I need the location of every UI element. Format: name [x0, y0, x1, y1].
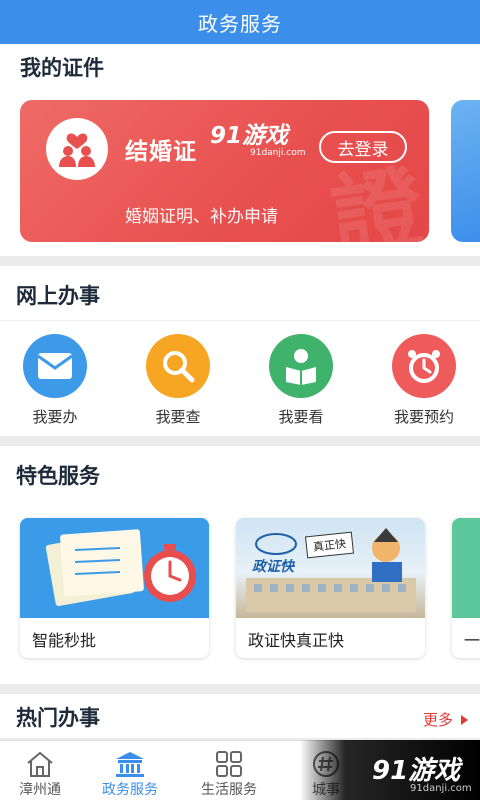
more-link[interactable]: 更多: [423, 709, 468, 730]
banner-brand-text: 政证快: [252, 559, 294, 575]
page-title: 政务服务: [198, 11, 282, 36]
feature-card-label: 一: [464, 631, 480, 650]
online-services-section: 网上办事 我要办 我要查 我要看 我要预约: [0, 266, 480, 436]
section-title: 热门办事: [16, 706, 100, 730]
tab-life-services[interactable]: 生活服务: [181, 749, 277, 799]
certificate-name: 结婚证: [125, 139, 197, 165]
action-label: 我要预约: [393, 408, 454, 426]
feature-card-instant-approval[interactable]: 智能秒批: [20, 518, 209, 658]
tab-zhangzhoutong[interactable]: 漳州通: [0, 749, 88, 799]
featured-services-section: 特色服务 智能秒批 政证快 真正快 政证快真正快 一: [0, 446, 480, 684]
feature-card-fast-license[interactable]: 政证快 真正快 政证快真正快: [236, 518, 425, 658]
brand-watermark-text: 91游戏: [210, 123, 289, 149]
tab-label: 漳州通: [19, 782, 61, 798]
action-apply[interactable]: 我要办: [0, 334, 110, 427]
corner-watermark-url: 91danji.com: [410, 783, 472, 794]
action-view[interactable]: 我要看: [246, 334, 356, 427]
feature-card-label: 智能秒批: [32, 631, 97, 650]
caret-right-icon: [461, 714, 468, 725]
section-title: 特色服务: [16, 464, 100, 488]
my-certificates-section: 我的证件 證 结婚证 91游戏 91danji.com 去登录 婚姻证明、补办申…: [0, 44, 480, 256]
envelope-icon: [23, 334, 87, 398]
corner-watermark-logo: 91游戏: [372, 756, 461, 786]
divider: [0, 320, 480, 321]
grid-icon: [181, 749, 277, 779]
partial-card-illustration: [452, 518, 480, 618]
action-query[interactable]: 我要查: [123, 334, 233, 427]
action-label: 我要看: [278, 408, 324, 426]
tab-label: 生活服务: [201, 782, 257, 798]
house-icon: [0, 749, 88, 779]
action-label: 我要查: [155, 408, 201, 426]
action-label: 我要办: [32, 408, 78, 426]
hot-services-section: 热门办事 更多: [0, 694, 480, 738]
reader-icon: [269, 334, 333, 398]
section-title: 网上办事: [16, 284, 100, 308]
action-appointment[interactable]: 我要预约: [369, 334, 479, 427]
login-button[interactable]: 去登录: [319, 131, 407, 163]
top-app-bar: 政务服务: [0, 0, 480, 44]
building-illustration: 政证快 真正快: [236, 518, 425, 618]
certificate-subtitle: 婚姻证明、补办申请: [125, 207, 278, 227]
next-certificate-card[interactable]: [451, 100, 480, 242]
feature-card-label: 政证快真正快: [248, 631, 345, 650]
tab-government-services[interactable]: 政务服务: [82, 749, 178, 799]
tab-label: 政务服务: [102, 782, 158, 798]
brand-watermark-url: 91danji.com: [250, 148, 306, 158]
alarm-clock-icon: [392, 334, 456, 398]
brand-watermark: 91游戏 91danji.com: [210, 124, 305, 158]
feature-card-partial[interactable]: 一: [452, 518, 480, 658]
section-title: 我的证件: [20, 56, 104, 80]
search-icon: [146, 334, 210, 398]
couple-heart-icon: [46, 118, 108, 180]
government-icon: [82, 749, 178, 779]
stopwatch-illustration: [20, 518, 209, 618]
marriage-certificate-card[interactable]: 證 结婚证 91游戏 91danji.com 去登录 婚姻证明、补办申请: [20, 100, 429, 242]
more-label: 更多: [422, 711, 453, 729]
